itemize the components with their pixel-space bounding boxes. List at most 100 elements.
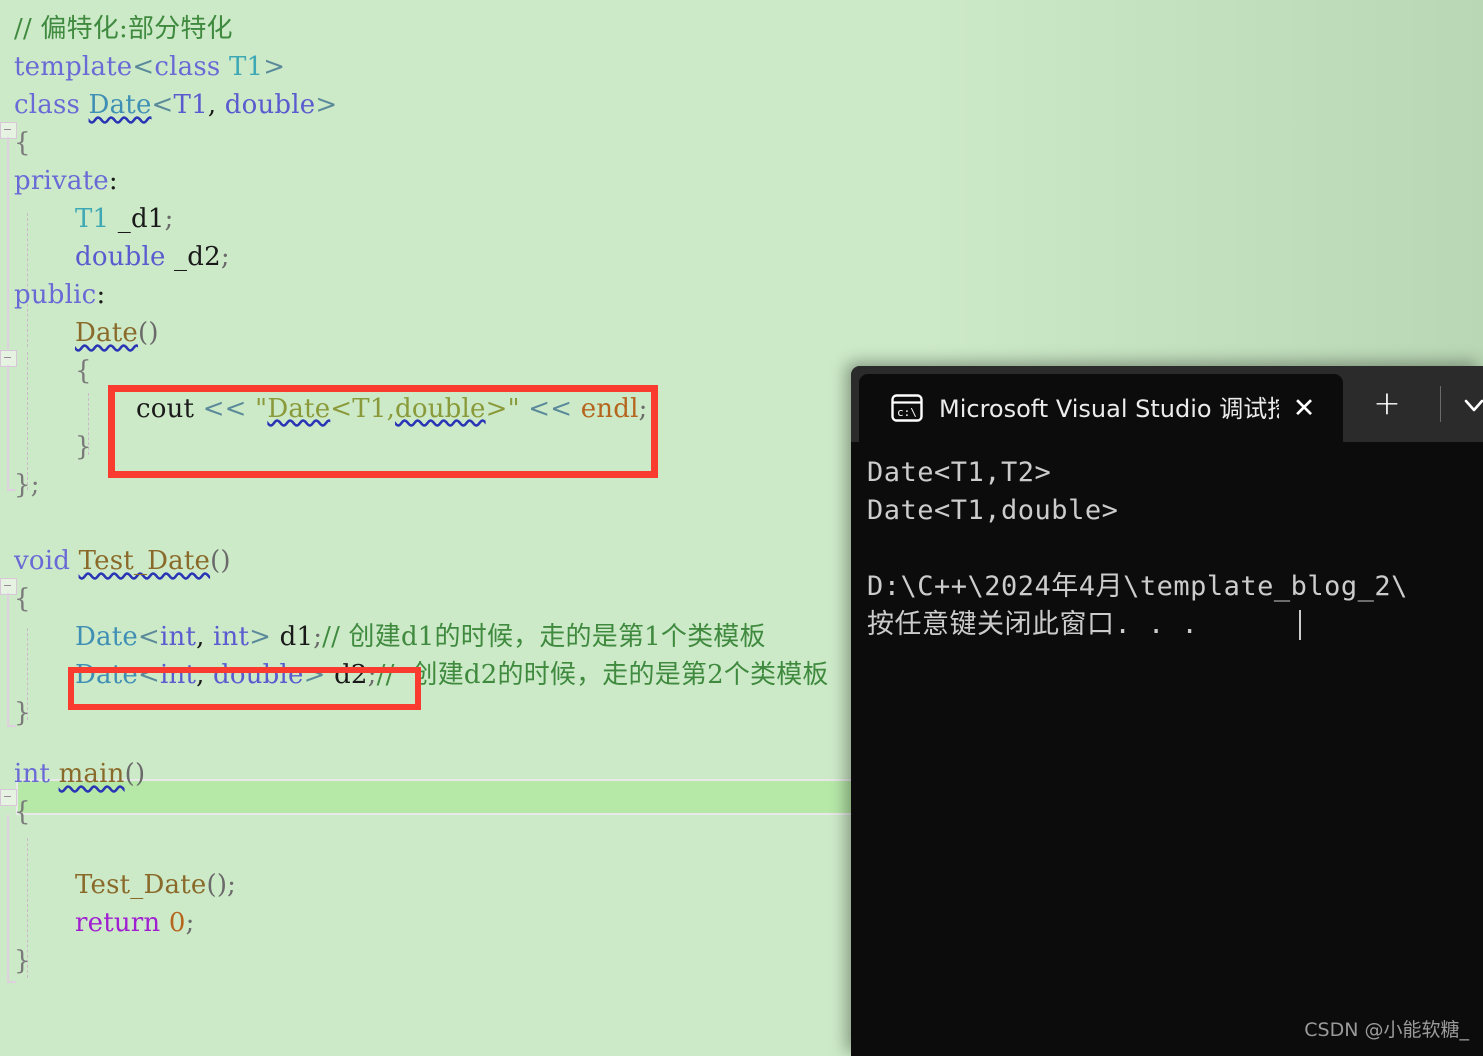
console-tab-active[interactable]: c:\ Microsoft Visual Studio 调试挖 ✕ — [859, 374, 1343, 442]
code-token: void — [14, 546, 71, 576]
code-token: _d1 — [109, 204, 165, 234]
code-token: int — [159, 622, 197, 652]
code-token: { — [75, 356, 92, 386]
code-token: < — [132, 52, 155, 82]
code-line[interactable]: { — [0, 124, 31, 162]
code-token: T1 — [173, 90, 208, 120]
code-token: // 偏特化:部分特化 — [14, 14, 233, 44]
console-caret — [1299, 610, 1301, 640]
code-line[interactable]: { — [0, 793, 31, 831]
code-token: > — [263, 52, 286, 82]
code-token: { — [14, 797, 31, 827]
code-token: main — [58, 759, 125, 789]
code-token: public — [14, 280, 97, 310]
code-token: () — [206, 870, 228, 900]
code-token: () — [137, 318, 159, 348]
code-token: _d2 — [165, 242, 221, 272]
code-line[interactable]: Date<int, int> d1;// 创建d1的时候，走的是第1个类模板 — [0, 618, 766, 656]
code-token: > — [315, 90, 338, 120]
code-token: int — [14, 759, 51, 789]
code-line[interactable]: }; — [0, 466, 40, 504]
code-token: double — [224, 90, 316, 120]
cout-statement-highlight — [108, 385, 658, 478]
console-output-area[interactable]: Date<T1,T2> Date<T1,double> D:\C++\2024年4… — [851, 442, 1483, 1056]
code-line[interactable]: { — [0, 352, 92, 390]
console-cmd-icon: c:\ — [891, 394, 923, 422]
code-line[interactable]: { — [0, 580, 31, 618]
code-token: // 创建d2的时候，走的是第2个类模板 — [376, 660, 829, 690]
code-token: private — [14, 166, 109, 196]
code-line[interactable]: int main() — [0, 755, 145, 793]
code-line[interactable]: Test_Date(); — [0, 866, 236, 904]
code-token: () — [210, 546, 231, 576]
code-token: d1 — [271, 622, 314, 652]
console-output-line: D:\C++\2024年4月\template_blog_2\ — [867, 571, 1408, 602]
code-line[interactable]: return 0; — [0, 904, 195, 942]
console-output-line: 按任意键关闭此窗口. . . — [867, 609, 1199, 640]
code-token: : — [96, 280, 106, 310]
csdn-watermark: CSDN @小能软糖_ — [1304, 1019, 1469, 1041]
code-token: Test_Date — [75, 870, 207, 900]
code-line[interactable] — [0, 831, 22, 869]
code-token: return — [75, 908, 161, 938]
code-token: ; — [220, 242, 230, 272]
code-token: , — [196, 622, 214, 652]
code-token: 0 — [168, 908, 186, 938]
chevron-down-icon[interactable] — [1461, 392, 1483, 418]
code-token: ; — [185, 908, 195, 938]
code-token: ; — [313, 622, 323, 652]
close-icon[interactable]: ✕ — [1289, 394, 1319, 424]
code-token: { — [14, 584, 31, 614]
code-line[interactable]: private: — [0, 162, 118, 200]
new-tab-icon[interactable]: + — [1371, 386, 1403, 420]
code-line[interactable]: } — [0, 694, 31, 732]
code-token: } — [14, 946, 31, 976]
code-line[interactable]: void Test_Date() — [0, 542, 231, 580]
code-token: T1 — [228, 52, 264, 82]
code-token: template — [14, 52, 133, 82]
code-line[interactable] — [0, 504, 22, 542]
code-token: } — [75, 432, 92, 462]
code-line[interactable]: } — [0, 428, 92, 466]
code-line[interactable]: double _d2; — [0, 238, 230, 276]
console-tab-bar[interactable]: c:\ Microsoft Visual Studio 调试挖 ✕ + — [851, 366, 1483, 442]
code-token: Date — [75, 622, 138, 652]
code-token: double — [75, 242, 166, 272]
code-token: class — [14, 90, 81, 120]
code-token: , — [207, 90, 225, 120]
code-token: // 创建d1的时候，走的是第1个类模板 — [322, 622, 766, 652]
code-token: > — [249, 622, 272, 652]
code-token: } — [14, 698, 31, 728]
code-line[interactable]: // 偏特化:部分特化 — [0, 10, 233, 48]
code-token: }; — [14, 470, 40, 500]
code-line[interactable]: class Date<T1, double> — [0, 86, 337, 124]
console-window[interactable]: c:\ Microsoft Visual Studio 调试挖 ✕ + Date… — [851, 366, 1483, 1056]
toolbar-divider — [1440, 386, 1441, 422]
code-line[interactable]: } — [0, 942, 31, 980]
console-output-line: Date<T1,double> — [867, 495, 1119, 526]
code-token: : — [108, 166, 118, 196]
code-token: < — [137, 622, 160, 652]
gutter-bracket-foot-main — [7, 981, 16, 983]
code-token: int — [213, 622, 250, 652]
code-token: Date — [88, 90, 152, 120]
code-line[interactable]: Date() — [0, 314, 159, 352]
code-token: { — [14, 128, 31, 158]
code-token: ; — [164, 204, 174, 234]
svg-text:c:\: c:\ — [897, 406, 917, 419]
code-token: < — [151, 90, 174, 120]
code-token: class — [154, 52, 221, 82]
code-line[interactable]: template<class T1> — [0, 48, 285, 86]
code-line[interactable]: T1 _d1; — [0, 200, 174, 238]
console-output-line: Date<T1,T2> — [867, 457, 1052, 488]
code-line[interactable]: public: — [0, 276, 105, 314]
code-token: Date — [75, 318, 138, 348]
code-token: () — [124, 759, 146, 789]
console-tab-title: Microsoft Visual Studio 调试挖 — [939, 395, 1279, 423]
